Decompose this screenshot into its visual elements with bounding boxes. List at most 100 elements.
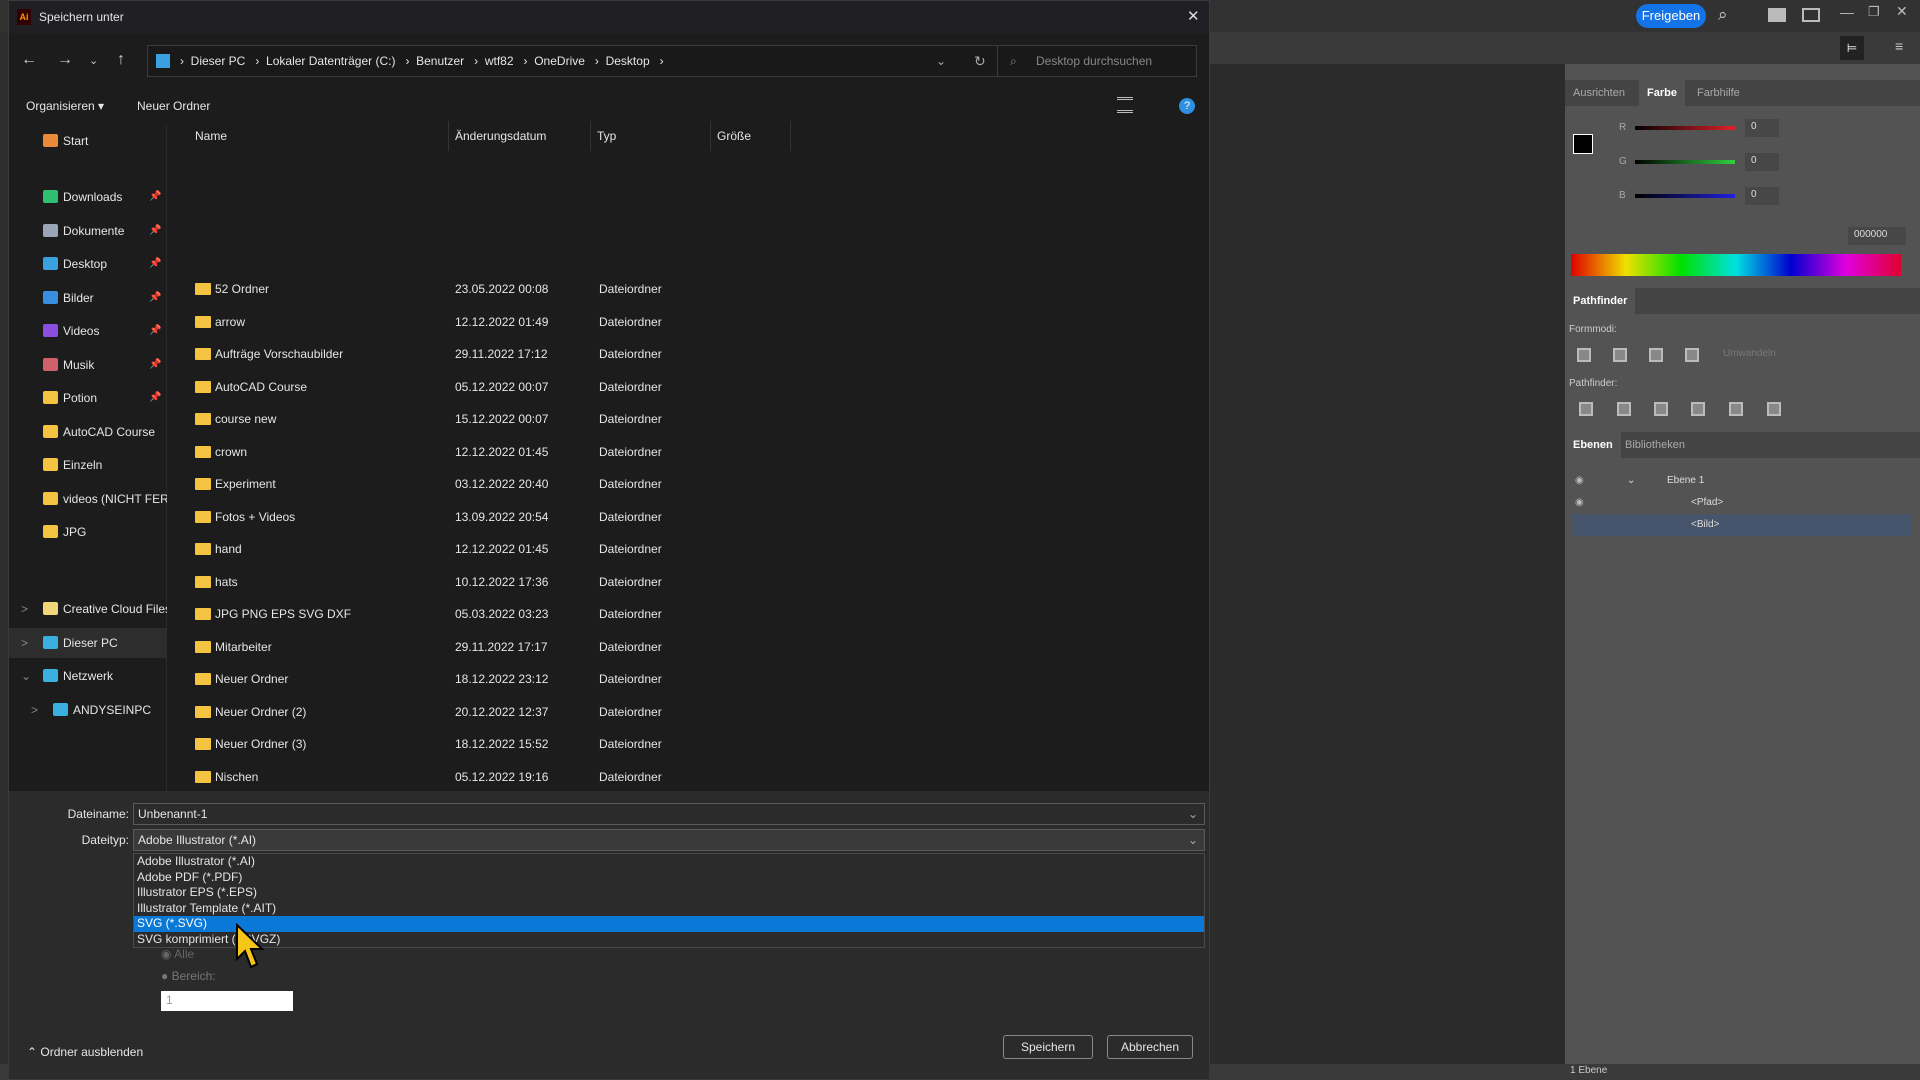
file-row[interactable]: arrow 12.12.2022 01:49 Dateiordner [167, 306, 1167, 338]
file-row[interactable]: hats 10.12.2022 17:36 Dateiordner [167, 566, 1167, 598]
crumb-item[interactable]: Benutzer [416, 54, 464, 68]
sidebar-item[interactable]: JPG [9, 517, 167, 547]
sidebar-item[interactable]: Desktop 📌 [9, 249, 167, 279]
forward-icon[interactable]: → [57, 51, 73, 69]
r-slider[interactable] [1635, 126, 1735, 130]
radio-all[interactable]: ◉ Alle [161, 947, 194, 961]
tree-item[interactable]: ⌄ Netzwerk [9, 661, 167, 691]
filetype-option[interactable]: Illustrator Template (*.AIT) [134, 901, 1204, 917]
column-name[interactable]: Name [167, 121, 449, 151]
new-folder-button[interactable]: Neuer Ordner [137, 99, 210, 113]
column-date[interactable]: Änderungsdatum [449, 121, 591, 151]
file-row[interactable]: Neuer Ordner (2) 20.12.2022 12:37 Dateiord… [167, 696, 1167, 728]
file-row[interactable]: 52 Ordner 23.05.2022 00:08 Dateiordner [167, 273, 1167, 305]
canvas[interactable] [1210, 64, 1565, 1064]
cancel-button[interactable]: Abbrechen [1107, 1035, 1193, 1059]
file-row[interactable]: Mitarbeiter 29.11.2022 17:17 Dateiordner [167, 631, 1167, 663]
tab-ebenen[interactable]: Ebenen [1565, 432, 1621, 458]
exclude-icon[interactable] [1685, 348, 1699, 362]
crumb-item[interactable]: OneDrive [534, 54, 585, 68]
filetype-select[interactable]: Adobe Illustrator (*.AI) ⌄ [133, 829, 1205, 851]
chevron-icon[interactable]: ⌄ [21, 661, 31, 691]
sidebar-item[interactable]: Dokumente 📌 [9, 216, 167, 246]
color-spectrum[interactable] [1571, 254, 1901, 276]
filetype-option[interactable]: SVG komprimiert (*.SVGZ) [134, 932, 1204, 948]
layer-row[interactable]: <Bild> [1571, 514, 1911, 536]
arrange-icon[interactable] [1802, 8, 1820, 22]
restore-icon[interactable]: ❐ [1868, 4, 1880, 20]
file-row[interactable]: Neuer Ordner (3) 18.12.2022 15:52 Dateiord… [167, 728, 1167, 760]
eye-icon[interactable]: ◉ [1575, 492, 1584, 514]
refresh-icon[interactable]: ↻ [974, 46, 986, 76]
sidebar-item[interactable]: Einzeln [9, 450, 167, 480]
crumb-item[interactable]: wtf82 [485, 54, 514, 68]
sidebar-item[interactable]: Videos 📌 [9, 316, 167, 346]
filename-input[interactable]: Unbenannt-1 ⌄ [133, 803, 1205, 825]
file-row[interactable]: Neuer Ordner 18.12.2022 23:12 Dateiordner [167, 663, 1167, 695]
filetype-option[interactable]: Adobe Illustrator (*.AI) [134, 854, 1204, 870]
file-row[interactable]: hand 12.12.2022 01:45 Dateiordner [167, 533, 1167, 565]
chevron-down-icon[interactable]: ⌄ [1627, 470, 1635, 492]
unite-icon[interactable] [1577, 348, 1591, 362]
layer-row[interactable]: ◉ ⌄ Ebene 1 [1571, 470, 1911, 492]
range-input[interactable]: 1 [161, 991, 293, 1011]
properties-icon[interactable]: ⊨ [1840, 36, 1864, 60]
file-row[interactable]: JPG PNG EPS SVG DXF 05.03.2022 03:23 Datei… [167, 598, 1167, 630]
history-dropdown-icon[interactable]: ⌄ [936, 46, 946, 76]
organize-button[interactable]: Organisieren ▾ [26, 99, 104, 113]
sidebar-item-start[interactable]: Start [9, 126, 167, 156]
close-button[interactable]: ✕ [1187, 7, 1200, 25]
r-value[interactable]: 0 [1745, 119, 1779, 137]
pin-icon[interactable]: 📌 [149, 216, 161, 246]
hide-folders-button[interactable]: ⌃ Ordner ausblenden [27, 1045, 143, 1059]
layer-row[interactable]: ◉ <Pfad> [1571, 492, 1911, 514]
crumb-item[interactable]: Desktop [606, 54, 650, 68]
sidebar-item[interactable]: Potion 📌 [9, 383, 167, 413]
tree-item[interactable]: > Creative Cloud Files [9, 594, 167, 624]
filetype-option[interactable]: Adobe PDF (*.PDF) [134, 870, 1204, 886]
file-row[interactable]: Experiment 03.12.2022 20:40 Dateiordner [167, 468, 1167, 500]
chevron-down-icon[interactable]: ⌄ [1188, 807, 1198, 821]
crumb-item[interactable]: Lokaler Datenträger (C:) [266, 54, 395, 68]
sidebar-item[interactable]: videos (NICHT FERTIG) [9, 484, 167, 514]
b-slider[interactable] [1635, 194, 1735, 198]
trim-icon[interactable] [1617, 402, 1631, 416]
hex-value[interactable]: 000000 [1848, 227, 1906, 245]
pin-icon[interactable]: 📌 [149, 283, 161, 313]
pin-icon[interactable]: 📌 [149, 383, 161, 413]
close-app-icon[interactable]: ✕ [1896, 3, 1908, 20]
intersect-icon[interactable] [1649, 348, 1663, 362]
menu-icon[interactable]: ≡ [1895, 38, 1903, 54]
chevron-down-icon[interactable]: ⌄ [1188, 833, 1198, 847]
g-value[interactable]: 0 [1745, 153, 1779, 171]
fill-swatch[interactable] [1573, 134, 1593, 154]
tab-pathfinder[interactable]: Pathfinder [1565, 288, 1636, 314]
sidebar-item[interactable]: Musik 📌 [9, 350, 167, 380]
g-slider[interactable] [1635, 160, 1735, 164]
tree-item[interactable]: > ANDYSEINPC [9, 695, 167, 725]
back-icon[interactable]: ← [21, 51, 37, 69]
pin-icon[interactable]: 📌 [149, 350, 161, 380]
share-button[interactable]: Freigeben [1636, 4, 1706, 28]
chevron-icon[interactable]: > [21, 628, 28, 658]
radio-range[interactable]: ● Bereich: [161, 969, 216, 983]
tree-item[interactable]: > Dieser PC [9, 627, 167, 658]
chevron-icon[interactable]: > [21, 594, 28, 624]
eye-icon[interactable]: ◉ [1575, 470, 1584, 492]
merge-icon[interactable] [1654, 402, 1668, 416]
minimize-icon[interactable]: — [1840, 4, 1854, 20]
search-input[interactable]: ⌕ Desktop durchsuchen [997, 45, 1197, 77]
up-icon[interactable]: ↑ [117, 51, 125, 69]
file-row[interactable]: AutoCAD Course 05.12.2022 00:07 Dateiordne… [167, 371, 1167, 403]
search-icon[interactable]: ⌕ [1718, 5, 1728, 25]
tab-bibliotheken[interactable]: Bibliotheken [1617, 432, 1693, 458]
minus-front-icon[interactable] [1613, 348, 1627, 362]
minus-back-icon[interactable] [1767, 402, 1781, 416]
sidebar-item[interactable]: AutoCAD Course [9, 417, 167, 447]
column-size[interactable]: Größe [711, 121, 791, 151]
sidebar-item[interactable]: Bilder 📌 [9, 283, 167, 313]
workspace-icon[interactable] [1768, 8, 1786, 22]
recent-chevron-icon[interactable]: ⌄ [89, 54, 98, 67]
umwandeln-button[interactable]: Umwandeln [1723, 348, 1776, 359]
outline-icon[interactable] [1729, 402, 1743, 416]
